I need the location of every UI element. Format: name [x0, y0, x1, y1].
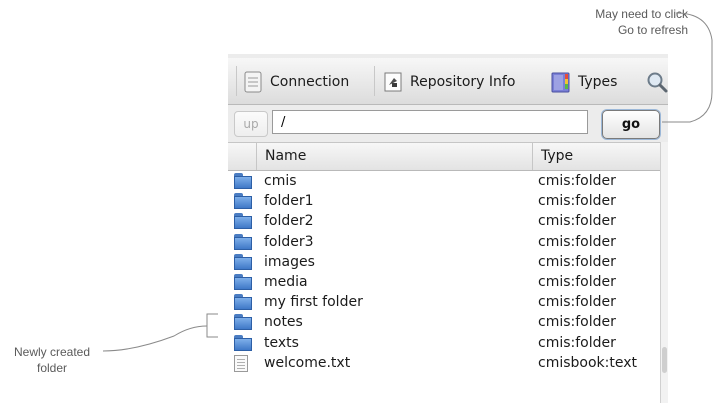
- table-row[interactable]: welcome.txt cmisbook:text: [228, 353, 660, 373]
- folder-icon: [234, 213, 252, 230]
- folder-icon: [234, 253, 252, 270]
- toolbar-separator: [374, 66, 375, 96]
- query-button[interactable]: [646, 68, 668, 96]
- cmis-browser-window: Connection Repository Info Types up go: [228, 54, 668, 403]
- navigation-bar: up go: [228, 105, 668, 141]
- toolbar-separator: [236, 66, 237, 96]
- magnifier-icon: [646, 71, 668, 93]
- folder-icon: [234, 294, 252, 311]
- table-row[interactable]: my first folder cmis:folder: [228, 292, 660, 312]
- row-name: notes: [264, 314, 303, 331]
- row-name: folder3: [264, 233, 314, 250]
- scrollbar-thumb[interactable]: [662, 347, 667, 373]
- row-name: images: [264, 253, 315, 270]
- new-folder-leader-line: [102, 325, 208, 352]
- table-row[interactable]: media cmis:folder: [228, 272, 660, 292]
- folder-contents-table: Name Type cmis cmis:folder folder1 cmis:fol…: [228, 142, 660, 403]
- row-name: my first folder: [264, 294, 363, 311]
- folder-icon: [234, 314, 252, 331]
- new-folder-annotation-line2: folder: [36, 361, 68, 375]
- connection-icon: [244, 71, 262, 93]
- row-type: cmis:folder: [538, 294, 616, 311]
- folder-icon: [234, 173, 252, 189]
- table-header: Name Type: [228, 142, 660, 171]
- document-icon: [234, 354, 248, 372]
- table-body: cmis cmis:folder folder1 cmis:folder folder2…: [228, 171, 660, 373]
- row-name: folder2: [264, 213, 314, 230]
- refresh-annotation-line1: May need to click: [595, 7, 688, 21]
- row-type: cmis:folder: [538, 314, 616, 331]
- row-name: cmis: [264, 173, 297, 189]
- row-name: folder1: [264, 193, 314, 210]
- row-type: cmis:folder: [538, 233, 616, 250]
- path-input[interactable]: [272, 110, 588, 134]
- folder-icon: [234, 273, 252, 290]
- table-row[interactable]: folder3 cmis:folder: [228, 232, 660, 252]
- refresh-annotation-line2: Go to refresh: [617, 23, 688, 37]
- row-type: cmis:folder: [538, 173, 616, 189]
- connection-button[interactable]: Connection: [244, 68, 349, 96]
- up-button[interactable]: up: [234, 111, 268, 137]
- toolbar: Connection Repository Info Types: [228, 58, 668, 105]
- row-type: cmis:folder: [538, 253, 616, 270]
- row-name: media: [264, 273, 308, 290]
- new-folder-annotation: Newly created folder: [4, 344, 100, 376]
- row-type: cmis:folder: [538, 193, 616, 210]
- new-folder-bracket: [206, 313, 218, 338]
- table-row[interactable]: images cmis:folder: [228, 252, 660, 272]
- new-folder-annotation-line1: Newly created: [13, 345, 91, 359]
- table-row[interactable]: folder1 cmis:folder: [228, 191, 660, 211]
- name-column-header[interactable]: Name: [256, 143, 532, 170]
- types-book-icon: [550, 71, 572, 93]
- connection-label: Connection: [270, 74, 350, 90]
- table-row[interactable]: texts cmis:folder: [228, 333, 660, 353]
- folder-icon: [234, 193, 252, 210]
- row-type: cmis:folder: [538, 273, 616, 290]
- repository-info-icon: [384, 72, 402, 92]
- row-type: cmisbook:text: [538, 354, 637, 371]
- type-column-header[interactable]: Type: [532, 143, 660, 170]
- types-button[interactable]: Types: [550, 68, 617, 96]
- refresh-annotation: May need to click Go to refresh: [548, 6, 688, 38]
- table-row[interactable]: folder2 cmis:folder: [228, 211, 660, 231]
- table-row[interactable]: cmis cmis:folder: [228, 171, 660, 191]
- repository-info-label: Repository Info: [410, 74, 516, 90]
- row-name: texts: [264, 334, 299, 351]
- vertical-scrollbar[interactable]: [660, 142, 668, 403]
- icon-column-header: [228, 143, 256, 170]
- folder-icon: [234, 334, 252, 351]
- row-type: cmis:folder: [538, 334, 616, 351]
- types-label: Types: [578, 74, 618, 90]
- row-type: cmis:folder: [538, 213, 616, 230]
- folder-icon: [234, 233, 252, 250]
- repository-info-button[interactable]: Repository Info: [384, 68, 515, 96]
- go-button[interactable]: go: [602, 110, 660, 139]
- table-row[interactable]: notes cmis:folder: [228, 312, 660, 332]
- row-name: welcome.txt: [264, 354, 351, 371]
